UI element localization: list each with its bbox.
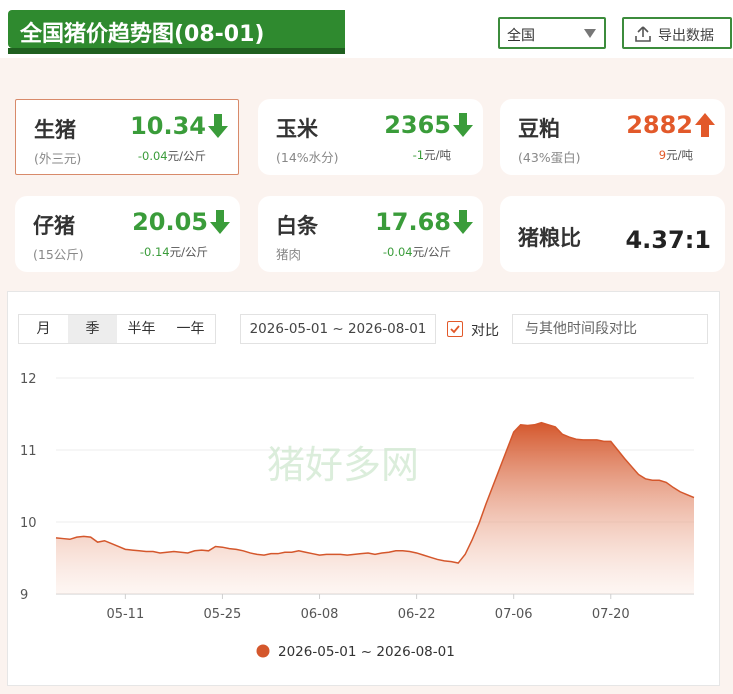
arrow-down-icon [453,113,473,137]
card-sub: (43%蛋白) [518,150,581,165]
y-tick-label: 11 [20,444,37,459]
card-corn[interactable]: 玉米 (14%水分) 2365 -1元/吨 [258,99,483,175]
price-trend-chart: 猪好多网 9 10 11 12 05-11 05-25 06-08 06-22 07-06 07-… [20,372,695,660]
arrow-down-icon [453,210,473,234]
card-change: -0.04元/公斤 [383,244,451,260]
x-tick-label: 05-25 [204,607,242,622]
arrow-down-icon [210,210,230,234]
card-name: 生猪 [34,118,76,142]
card-change: -1元/吨 [413,147,451,163]
y-tick-label: 10 [20,516,37,531]
card-hog-grain-ratio[interactable]: 猪粮比 4.37:1 [500,196,725,272]
title-banner: 全国猪价趋势图(08-01) [8,10,345,54]
card-sub: 猪肉 [276,247,302,262]
card-price: 2365 [384,111,451,139]
export-data-button[interactable]: 导出数据 [622,17,732,49]
card-name: 豆粕 [518,117,560,141]
card-pork-carcass[interactable]: 白条 猪肉 17.68 -0.04元/公斤 [258,196,483,272]
card-sub: (15公斤) [33,247,84,262]
card-name: 白条 [276,214,318,238]
card-price: 10.34 [130,112,206,140]
x-tick-label: 07-06 [495,607,533,622]
card-name: 仔猪 [33,214,75,238]
x-tick-label: 07-20 [592,607,630,622]
card-change-unit: 元/吨 [424,148,451,162]
card-name: 玉米 [276,117,318,141]
card-change: 9元/吨 [659,147,693,163]
card-price: 17.68 [375,208,451,236]
x-tick-label: 05-11 [106,607,144,622]
card-change-unit: 元/公斤 [167,149,206,163]
page-title: 全国猪价趋势图(08-01) [20,22,265,47]
legend-swatch [256,644,270,658]
legend-label: 2026-05-01 ~ 2026-08-01 [278,644,455,660]
card-change-value: -0.04 [137,149,168,163]
card-change-value: -1 [412,148,425,162]
card-change: -0.04元/公斤 [138,148,206,164]
card-change-unit: 元/吨 [666,148,693,162]
card-change-value: -0.14 [139,245,170,259]
card-price: 2882 [626,111,693,139]
x-tick-label: 06-08 [301,607,339,622]
x-tick-label: 06-22 [398,607,436,622]
card-change-unit: 元/公斤 [169,245,208,259]
card-ratio: 4.37:1 [625,226,711,254]
card-change-value: -0.04 [382,245,413,259]
upload-icon [635,26,651,42]
region-select-value: 全国 [507,28,535,44]
export-data-label: 导出数据 [658,28,714,44]
card-name: 猪粮比 [518,226,581,250]
card-sub: (外三元) [34,151,82,166]
y-tick-label: 9 [20,588,28,603]
card-soybean-meal[interactable]: 豆粕 (43%蛋白) 2882 9元/吨 [500,99,725,175]
y-tick-label: 12 [20,372,37,387]
card-change: -0.14元/公斤 [140,244,208,260]
chart-panel: 月 季 半年 一年 2026-05-01 ~ 2026-08-01 对比 与其他… [7,291,720,686]
card-change-unit: 元/公斤 [412,245,451,259]
chevron-down-icon [584,29,596,38]
card-sub: (14%水分) [276,150,339,165]
region-select[interactable]: 全国 [498,17,606,49]
arrow-down-icon [208,114,228,138]
card-price: 20.05 [132,208,208,236]
card-live-hog[interactable]: 生猪 (外三元) 10.34 -0.04元/公斤 [15,99,239,175]
arrow-up-icon [695,113,715,137]
card-piglet[interactable]: 仔猪 (15公斤) 20.05 -0.14元/公斤 [15,196,240,272]
watermark: 猪好多网 [267,443,419,487]
